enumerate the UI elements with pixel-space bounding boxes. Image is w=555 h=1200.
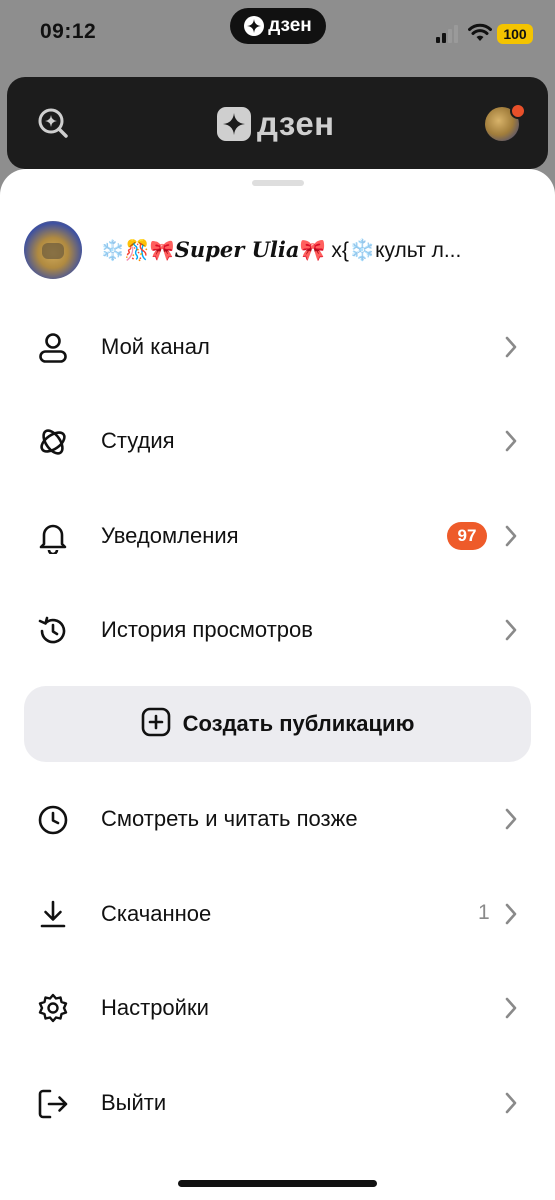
status-time: 09:12 xyxy=(40,20,97,43)
download-icon xyxy=(36,898,70,932)
menu-item-downloads[interactable]: Скачанное 1 xyxy=(0,882,555,946)
status-bar: 09:12 дзен 100 xyxy=(0,0,555,68)
profile-name-suffix: 🎀 x{❄️культ л... xyxy=(299,239,462,262)
chevron-right-icon xyxy=(504,525,518,552)
menu-item-studio[interactable]: Студия xyxy=(0,409,555,473)
chevron-right-icon xyxy=(504,1092,518,1119)
menu-label: Смотреть и читать позже xyxy=(101,806,358,831)
chevron-right-icon xyxy=(504,808,518,835)
cellular-signal-icon xyxy=(436,25,462,43)
studio-orbit-icon xyxy=(36,425,70,459)
menu-item-history[interactable]: История просмотров xyxy=(0,598,555,662)
menu-label: Скачанное xyxy=(101,901,212,926)
island-label: дзен xyxy=(268,15,312,36)
menu-item-settings[interactable]: Настройки xyxy=(0,976,555,1040)
battery-indicator: 100 xyxy=(497,24,533,44)
notifications-count-badge: 97 xyxy=(447,522,487,550)
create-publication-button[interactable]: Создать публикацию xyxy=(24,686,531,762)
bell-icon xyxy=(36,520,70,556)
menu-item-watch-later[interactable]: Смотреть и читать позже xyxy=(0,787,555,851)
plus-square-icon xyxy=(141,707,171,742)
sheet-grabber[interactable] xyxy=(252,180,304,186)
dzen-logo-icon xyxy=(217,107,251,141)
profile-row[interactable]: ❄️🎊🎀Super Ulia🎀 x{❄️культ л... xyxy=(24,220,461,280)
menu-item-notifications[interactable]: Уведомления 97 xyxy=(0,504,555,568)
dzen-star-icon xyxy=(244,16,265,36)
chevron-right-icon xyxy=(504,619,518,646)
menu-label: История просмотров xyxy=(101,617,313,642)
chevron-right-icon xyxy=(504,903,518,930)
avatar[interactable] xyxy=(24,221,82,279)
menu-sheet: ❄️🎊🎀Super Ulia🎀 x{❄️культ л... Мой канал… xyxy=(0,169,555,1200)
menu-item-my-channel[interactable]: Мой канал xyxy=(0,315,555,379)
history-icon xyxy=(36,614,70,648)
app-header: дзен xyxy=(7,77,548,169)
logout-icon xyxy=(36,1087,70,1121)
menu-label: Студия xyxy=(101,428,175,453)
home-indicator[interactable] xyxy=(178,1180,377,1187)
logo-text: дзен xyxy=(257,105,335,142)
menu-label: Настройки xyxy=(101,995,209,1020)
menu-item-logout[interactable]: Выйти xyxy=(0,1071,555,1135)
clock-icon xyxy=(36,803,70,837)
dzen-logo[interactable]: дзен xyxy=(217,105,335,143)
gear-icon xyxy=(36,992,70,1026)
chevron-right-icon xyxy=(504,430,518,457)
chevron-right-icon xyxy=(504,336,518,363)
menu-label: Уведомления xyxy=(101,523,239,548)
chevron-right-icon xyxy=(504,997,518,1024)
menu-label: Мой канал xyxy=(101,334,210,359)
profile-emoji-prefix: ❄️🎊🎀 xyxy=(100,240,175,262)
dynamic-island: дзен xyxy=(230,8,326,44)
profile-name-main: Super Ulia xyxy=(174,237,300,262)
downloads-count: 1 xyxy=(478,901,490,924)
person-icon xyxy=(36,331,70,365)
profile-name: ❄️🎊🎀Super Ulia🎀 x{❄️культ л... xyxy=(100,237,461,263)
menu-label: Выйти xyxy=(101,1090,167,1115)
notification-dot xyxy=(510,103,526,119)
create-publication-label: Создать публикацию xyxy=(182,711,415,736)
search-icon[interactable] xyxy=(37,107,69,144)
wifi-icon xyxy=(468,22,492,47)
